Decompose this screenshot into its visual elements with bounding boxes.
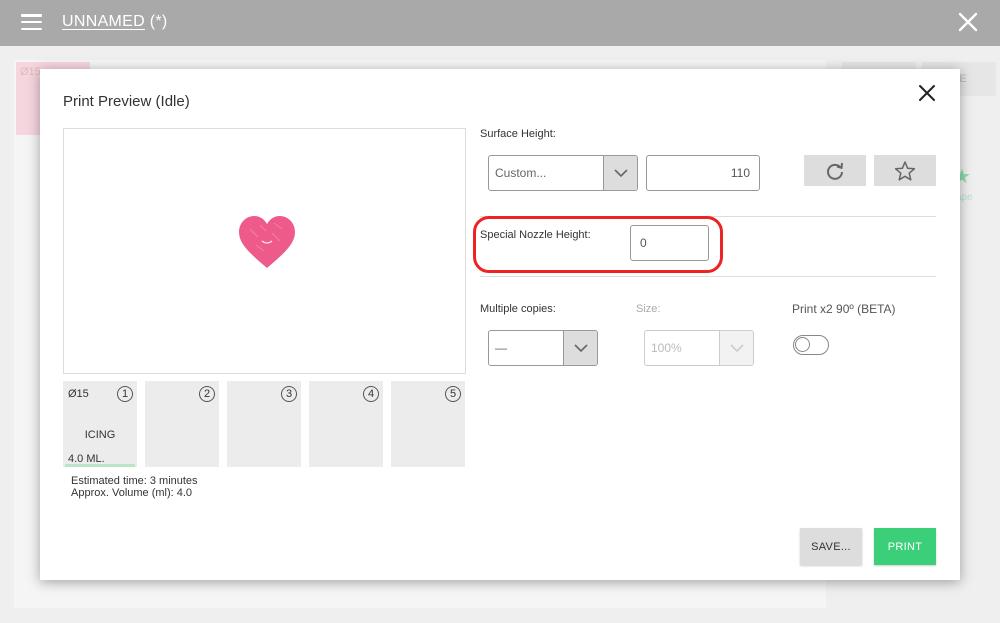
special-nozzle-height-label: Special Nozzle Height: <box>480 229 591 241</box>
slot-material: ICING <box>84 429 116 441</box>
print-button[interactable]: PRINT <box>874 528 936 565</box>
size-select-value: 100% <box>651 341 682 355</box>
size-select[interactable]: 100% <box>644 330 754 366</box>
divider <box>480 276 936 277</box>
nozzle-slot[interactable]: 4 <box>309 381 383 467</box>
toggle-knob <box>795 337 810 352</box>
nozzle-slot[interactable]: Ø15 1 ICING 4.0 ML. <box>63 381 137 467</box>
estimated-time: Estimated time: 3 minutes <box>71 475 198 487</box>
app-bar: UNNAMED (*) <box>0 0 1000 46</box>
surface-height-select[interactable]: Custom... <box>488 155 638 191</box>
document-name[interactable]: UNNAMED <box>62 13 145 30</box>
close-icon[interactable] <box>918 84 936 102</box>
document-title[interactable]: UNNAMED (*) <box>62 13 168 31</box>
favorite-button[interactable] <box>874 155 936 186</box>
chevron-down-icon <box>563 331 597 365</box>
close-icon[interactable] <box>958 12 978 32</box>
save-button[interactable]: SAVE... <box>800 528 862 565</box>
unsaved-marker: (*) <box>145 13 168 30</box>
nozzle-slot[interactable]: 2 <box>145 381 219 467</box>
slot-level-bar <box>65 464 135 467</box>
dialog-title: Print Preview (Idle) <box>63 93 190 110</box>
surface-height-input[interactable]: 110 <box>646 155 760 191</box>
menu-icon[interactable] <box>21 14 42 31</box>
print-x2-toggle[interactable] <box>793 335 829 355</box>
print-preview-dialog: Print Preview (Idle) Ø15 1 ICING 4.0 ML.… <box>40 69 960 580</box>
star-icon <box>894 160 916 181</box>
slot-number: 3 <box>281 386 297 402</box>
heart-icon <box>239 216 295 268</box>
print-preview-canvas <box>63 128 466 374</box>
print-estimates: Estimated time: 3 minutes Approx. Volume… <box>71 475 198 499</box>
multiple-copies-select[interactable]: — <box>488 330 598 366</box>
surface-height-select-value: Custom... <box>495 166 547 180</box>
multiple-copies-label: Multiple copies: <box>480 303 556 315</box>
nozzle-slot[interactable]: 3 <box>227 381 301 467</box>
special-nozzle-height-input[interactable]: 0 <box>630 225 709 261</box>
nozzle-slot[interactable]: 5 <box>391 381 465 467</box>
slot-diameter: Ø15 <box>68 388 89 400</box>
slot-number: 4 <box>363 386 379 402</box>
refresh-button[interactable] <box>804 155 866 186</box>
slot-number: 2 <box>199 386 215 402</box>
approx-volume: Approx. Volume (ml): 4.0 <box>71 487 193 499</box>
print-x2-label: Print x2 90º (BETA) <box>792 302 896 316</box>
slot-number: 5 <box>445 386 461 402</box>
size-label: Size: <box>636 303 661 315</box>
surface-height-label: Surface Height: <box>480 128 556 140</box>
refresh-icon <box>827 162 843 180</box>
chevron-down-icon <box>719 331 753 365</box>
slot-number: 1 <box>117 386 133 402</box>
multiple-copies-select-value: — <box>495 341 507 355</box>
chevron-down-icon <box>603 156 637 190</box>
